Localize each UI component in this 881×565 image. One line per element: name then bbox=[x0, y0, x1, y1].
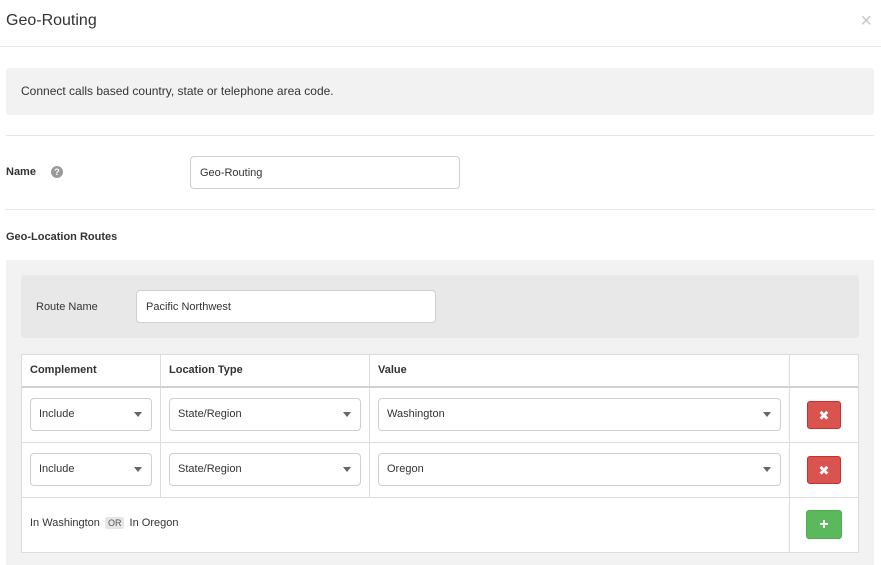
summary-right: In Oregon bbox=[129, 517, 179, 529]
modal-header: Geo-Routing × bbox=[0, 0, 881, 47]
chevron-down-icon bbox=[763, 467, 771, 472]
info-banner: Connect calls based country, state or te… bbox=[6, 68, 874, 115]
route-summary: In Washington OR In Oregon bbox=[30, 517, 178, 529]
divider bbox=[6, 135, 874, 136]
location-type-select-value: State/Region bbox=[178, 408, 242, 420]
complement-select[interactable]: Include bbox=[30, 398, 152, 431]
or-badge: OR bbox=[104, 517, 125, 529]
modal-title: Geo-Routing bbox=[6, 12, 97, 29]
row-divider bbox=[22, 497, 858, 498]
complement-select-value: Include bbox=[39, 408, 75, 420]
delete-row-button[interactable]: ✖ bbox=[807, 401, 841, 429]
chevron-down-icon bbox=[343, 412, 351, 417]
chevron-down-icon bbox=[134, 412, 142, 417]
value-select-value: Washington bbox=[387, 408, 445, 420]
add-row-button[interactable]: + bbox=[806, 510, 842, 539]
help-icon[interactable]: ? bbox=[51, 166, 63, 178]
chevron-down-icon bbox=[134, 467, 142, 472]
column-divider bbox=[789, 355, 790, 552]
routes-section-title: Geo-Location Routes bbox=[6, 231, 118, 243]
name-input[interactable] bbox=[190, 156, 460, 189]
header-divider bbox=[22, 386, 858, 388]
column-divider bbox=[160, 355, 161, 498]
value-select-value: Oregon bbox=[387, 463, 424, 475]
summary-left: In Washington bbox=[30, 517, 100, 529]
route-name-box: Route Name bbox=[21, 275, 859, 338]
name-label: Name bbox=[6, 166, 36, 178]
column-header-location-type: Location Type bbox=[169, 364, 243, 376]
value-select[interactable]: Oregon bbox=[378, 453, 781, 486]
complement-select-value: Include bbox=[39, 463, 75, 475]
info-text: Connect calls based country, state or te… bbox=[21, 84, 334, 98]
complement-select[interactable]: Include bbox=[30, 453, 152, 486]
chevron-down-icon bbox=[343, 467, 351, 472]
row-divider bbox=[22, 442, 858, 443]
column-header-complement: Complement bbox=[30, 364, 97, 376]
column-divider bbox=[369, 355, 370, 498]
chevron-down-icon bbox=[763, 412, 771, 417]
times-icon: ✖ bbox=[818, 463, 830, 478]
delete-row-button[interactable]: ✖ bbox=[807, 456, 841, 484]
routes-panel: Route Name Complement Location Type Valu… bbox=[6, 260, 874, 565]
divider bbox=[6, 209, 874, 210]
times-icon: ✖ bbox=[818, 408, 830, 423]
location-type-select-value: State/Region bbox=[178, 463, 242, 475]
column-header-value: Value bbox=[378, 364, 407, 376]
close-icon[interactable]: × bbox=[860, 9, 872, 33]
plus-icon: + bbox=[819, 516, 829, 533]
value-select[interactable]: Washington bbox=[378, 398, 781, 431]
route-name-input[interactable] bbox=[136, 290, 436, 323]
route-name-label: Route Name bbox=[36, 301, 98, 313]
location-type-select[interactable]: State/Region bbox=[169, 398, 361, 431]
location-type-select[interactable]: State/Region bbox=[169, 453, 361, 486]
routes-table: Complement Location Type Value Include S… bbox=[21, 354, 859, 553]
